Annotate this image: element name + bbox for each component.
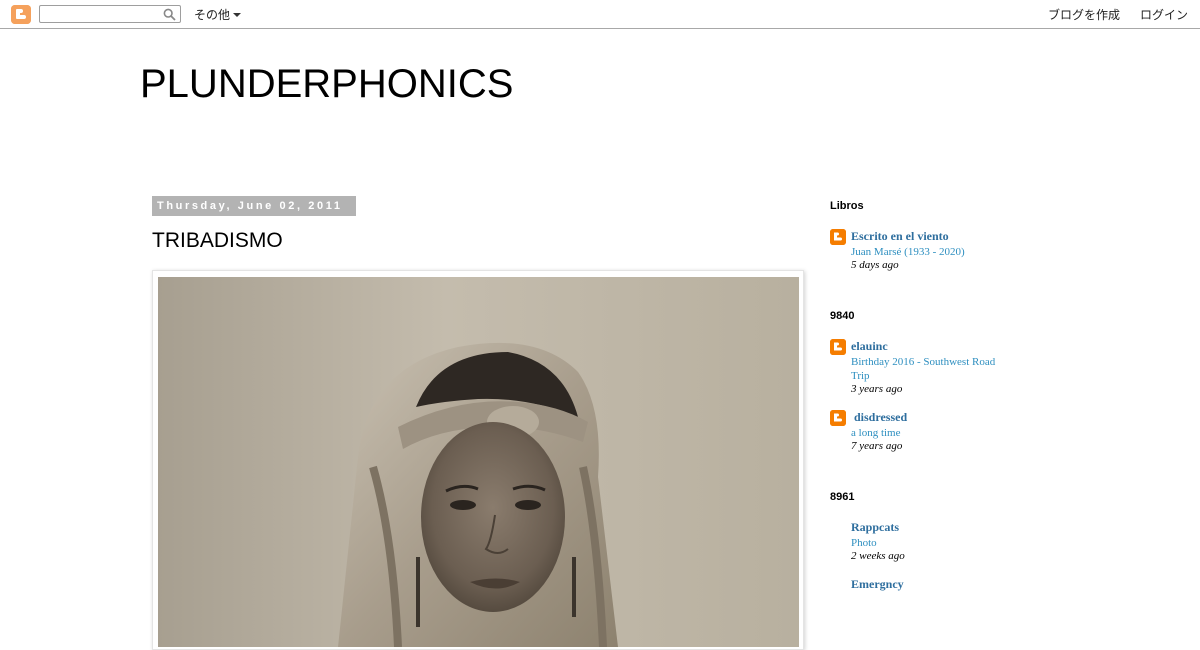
blogger-icon <box>830 410 846 426</box>
blogger-icon <box>830 229 846 245</box>
post-title-link[interactable]: Photo <box>851 536 1016 550</box>
blogger-icon <box>830 339 846 355</box>
widget-title-8961: 8961 <box>830 491 855 503</box>
blog-title[interactable]: PLUNDERPHONICS <box>140 62 513 107</box>
more-menu-button[interactable]: その他 <box>194 6 242 23</box>
blog-name-link[interactable]: Rappcats <box>851 520 899 535</box>
login-link[interactable]: ログイン <box>1140 6 1188 23</box>
item-timestamp: 7 years ago <box>851 440 903 452</box>
navbar-search <box>39 5 181 23</box>
widget-title-libros: Libros <box>830 200 864 212</box>
item-timestamp: 2 weeks ago <box>851 550 905 562</box>
item-timestamp: 3 years ago <box>851 383 903 395</box>
search-input[interactable] <box>43 7 158 21</box>
blogger-logo-icon[interactable] <box>11 5 31 24</box>
post-title-link[interactable]: a long time <box>851 426 1016 440</box>
blog-name-link[interactable]: disdressed <box>851 410 907 425</box>
post-title-link[interactable]: Juan Marsé (1933 - 2020) <box>851 245 1016 259</box>
post-title[interactable]: TRIBADISMO <box>152 229 283 253</box>
caret-down-icon <box>233 13 242 17</box>
create-blog-link[interactable]: ブログを作成 <box>1048 6 1120 23</box>
widget-title-9840: 9840 <box>830 310 855 322</box>
more-menu-label: その他 <box>194 8 231 22</box>
search-icon[interactable] <box>163 8 176 21</box>
blogger-navbar: その他 ブログを作成 ログイン <box>0 0 1200 29</box>
post-title-link[interactable]: Birthday 2016 - Southwest Road Trip <box>851 355 1016 383</box>
sepia-portrait-image <box>158 277 799 647</box>
item-timestamp: 5 days ago <box>851 259 899 271</box>
blog-name-link[interactable]: Escrito en el viento <box>851 229 949 244</box>
post-date-header: Thursday, June 02, 2011 <box>152 196 356 216</box>
post-image-frame <box>152 270 804 650</box>
blog-name-link[interactable]: Emergncy <box>851 577 904 592</box>
blog-name-link[interactable]: elauinc <box>851 339 888 354</box>
post-photo[interactable] <box>158 277 799 647</box>
